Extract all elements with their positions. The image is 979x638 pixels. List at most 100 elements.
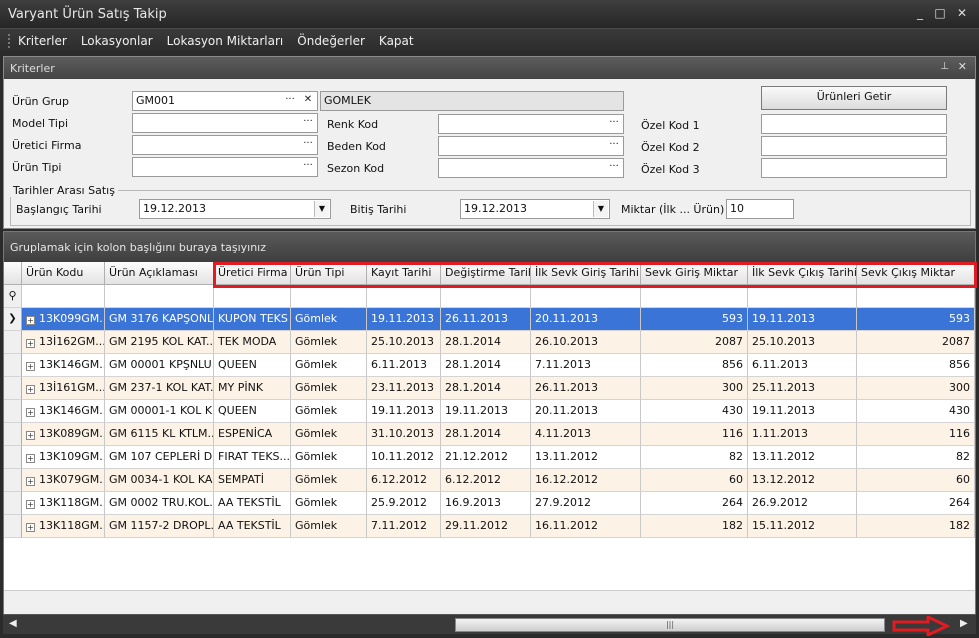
col-header-degistirme-tarihi[interactable]: Değiştirme Tarihi <box>441 262 531 285</box>
cell-ilk-sevk-giris-tarihi[interactable]: 16.11.2012 <box>531 515 641 538</box>
model-tipi-field[interactable]: ··· <box>132 113 318 133</box>
expand-plus-icon[interactable]: + <box>26 523 35 532</box>
cell-degistirme-tarihi[interactable]: 29.11.2012 <box>441 515 531 538</box>
cell-uretici-firma[interactable]: FIRAT TEKS... <box>214 446 291 469</box>
table-row[interactable]: +13K089GM... GM 6115 KL KTLM... ESPENİCA Gö… <box>4 423 975 446</box>
cell-sevk-giris-miktar[interactable]: 856 <box>641 354 748 377</box>
cell-sevk-giris-miktar[interactable]: 116 <box>641 423 748 446</box>
col-header-ilk-sevk-cikis-tarihi[interactable]: İlk Sevk Çıkış Tarihi <box>748 262 857 285</box>
cell-sevk-cikis-miktar[interactable]: 264 <box>857 492 975 515</box>
cell-uretici-firma[interactable]: QUEEN <box>214 400 291 423</box>
cell-urun-aciklamasi[interactable]: GM 6115 KL KTLM... <box>105 423 214 446</box>
filter-cell-degistirme-tarihi[interactable] <box>441 285 531 308</box>
cell-sevk-giris-miktar[interactable]: 264 <box>641 492 748 515</box>
cell-degistirme-tarihi[interactable]: 28.1.2014 <box>441 423 531 446</box>
row-indicator[interactable] <box>4 446 22 469</box>
pin-icon[interactable]: ⊥ <box>940 61 949 72</box>
uretici-firma-ellipsis-button[interactable]: ··· <box>300 137 316 153</box>
cell-urun-tipi[interactable]: Gömlek <box>291 400 367 423</box>
filter-cell-ilk-sevk-cikis-tarihi[interactable] <box>748 285 857 308</box>
scrollbar-thumb[interactable]: ||| <box>455 618 885 632</box>
cell-urun-aciklamasi[interactable]: GM 237-1 KOL KAT... <box>105 377 214 400</box>
cell-kayit-tarihi[interactable]: 6.12.2012 <box>367 469 441 492</box>
expand-plus-icon[interactable]: + <box>26 339 35 348</box>
row-indicator[interactable] <box>4 400 22 423</box>
horizontal-scrollbar[interactable]: ◀ ||| ▶ <box>3 614 976 634</box>
cell-kayit-tarihi[interactable]: 31.10.2013 <box>367 423 441 446</box>
cell-urun-kodu[interactable]: +13İ162GM... <box>22 331 105 354</box>
cell-ilk-sevk-cikis-tarihi[interactable]: 26.9.2012 <box>748 492 857 515</box>
scroll-right-arrow-icon[interactable]: ▶ <box>960 618 968 629</box>
row-indicator[interactable] <box>4 492 22 515</box>
col-header-ilk-sevk-giris-tarihi[interactable]: İlk Sevk Giriş Tarihi <box>531 262 641 285</box>
cell-uretici-firma[interactable]: AA TEKSTİL <box>214 492 291 515</box>
cell-sevk-cikis-miktar[interactable]: 430 <box>857 400 975 423</box>
cell-urun-kodu[interactable]: +13İ161GM... <box>22 377 105 400</box>
row-indicator[interactable] <box>4 354 22 377</box>
cell-urun-kodu[interactable]: +13K089GM... <box>22 423 105 446</box>
table-row[interactable]: ❯ +13K099GM... GM 3176 KAPŞONL... KUPON TEK… <box>4 308 975 331</box>
row-indicator[interactable]: ❯ <box>4 308 22 331</box>
cell-sevk-cikis-miktar[interactable]: 300 <box>857 377 975 400</box>
menu-kriterler[interactable]: Kriterler <box>18 34 67 48</box>
cell-urun-aciklamasi[interactable]: GM 3176 KAPŞONL... <box>105 308 214 331</box>
cell-urun-tipi[interactable]: Gömlek <box>291 515 367 538</box>
table-row[interactable]: +13İ162GM... GM 2195 KOL KAT... TEK MODA Gö… <box>4 331 975 354</box>
filter-cell-sevk-cikis-miktar[interactable] <box>857 285 975 308</box>
cell-ilk-sevk-giris-tarihi[interactable]: 20.11.2013 <box>531 400 641 423</box>
cell-degistirme-tarihi[interactable]: 19.11.2013 <box>441 400 531 423</box>
cell-urun-aciklamasi[interactable]: GM 00001-1 KOL K... <box>105 400 214 423</box>
cell-ilk-sevk-cikis-tarihi[interactable]: 15.11.2012 <box>748 515 857 538</box>
sezon-kod-field[interactable]: ··· <box>438 158 624 178</box>
cell-urun-kodu[interactable]: +13K079GM... <box>22 469 105 492</box>
col-header-uretici-firma[interactable]: Üretici Firma <box>214 262 291 285</box>
cell-sevk-cikis-miktar[interactable]: 182 <box>857 515 975 538</box>
urun-grup-field[interactable]: GM001 ··· ✕ <box>132 91 318 111</box>
cell-urun-tipi[interactable]: Gömlek <box>291 377 367 400</box>
cell-sevk-cikis-miktar[interactable]: 2087 <box>857 331 975 354</box>
bitis-dropdown-icon[interactable]: ▼ <box>593 201 608 217</box>
cell-urun-aciklamasi[interactable]: GM 1157-2 DROPL... <box>105 515 214 538</box>
uretici-firma-field[interactable]: ··· <box>132 135 318 155</box>
cell-kayit-tarihi[interactable]: 10.11.2012 <box>367 446 441 469</box>
cell-uretici-firma[interactable]: SEMPATİ <box>214 469 291 492</box>
cell-uretici-firma[interactable]: TEK MODA <box>214 331 291 354</box>
cell-ilk-sevk-cikis-tarihi[interactable]: 6.11.2013 <box>748 354 857 377</box>
expand-plus-icon[interactable]: + <box>26 316 35 325</box>
ozel-kod-3-field[interactable] <box>761 158 947 178</box>
cell-degistirme-tarihi[interactable]: 26.11.2013 <box>441 308 531 331</box>
col-header-sevk-giris-miktar[interactable]: Sevk Giriş Miktar <box>641 262 748 285</box>
filter-cell-urun-tipi[interactable] <box>291 285 367 308</box>
col-header-kayit-tarihi[interactable]: Kayıt Tarihi <box>367 262 441 285</box>
cell-sevk-cikis-miktar[interactable]: 82 <box>857 446 975 469</box>
cell-degistirme-tarihi[interactable]: 16.9.2013 <box>441 492 531 515</box>
minimize-button[interactable]: _ <box>912 6 928 20</box>
cell-degistirme-tarihi[interactable]: 28.1.2014 <box>441 377 531 400</box>
urun-grup-clear-button[interactable]: ✕ <box>300 93 316 109</box>
miktar-field[interactable]: 10 <box>726 199 794 219</box>
cell-ilk-sevk-cikis-tarihi[interactable]: 19.11.2013 <box>748 308 857 331</box>
cell-sevk-cikis-miktar[interactable]: 60 <box>857 469 975 492</box>
cell-ilk-sevk-giris-tarihi[interactable]: 4.11.2013 <box>531 423 641 446</box>
cell-urun-tipi[interactable]: Gömlek <box>291 469 367 492</box>
group-by-area[interactable]: Gruplamak için kolon başlığını buraya ta… <box>4 232 975 262</box>
close-button[interactable]: ✕ <box>954 6 970 20</box>
cell-kayit-tarihi[interactable]: 19.11.2013 <box>367 400 441 423</box>
cell-kayit-tarihi[interactable]: 25.9.2012 <box>367 492 441 515</box>
cell-sevk-giris-miktar[interactable]: 2087 <box>641 331 748 354</box>
urunleri-getir-button[interactable]: Ürünleri Getir <box>761 86 947 110</box>
ozel-kod-2-field[interactable] <box>761 136 947 156</box>
cell-urun-kodu[interactable]: +13K118GM... <box>22 515 105 538</box>
cell-urun-tipi[interactable]: Gömlek <box>291 354 367 377</box>
filter-cell-urun-kodu[interactable] <box>22 285 105 308</box>
cell-ilk-sevk-giris-tarihi[interactable]: 16.12.2012 <box>531 469 641 492</box>
cell-sevk-giris-miktar[interactable]: 300 <box>641 377 748 400</box>
cell-ilk-sevk-cikis-tarihi[interactable]: 25.10.2013 <box>748 331 857 354</box>
col-header-urun-kodu[interactable]: Ürün Kodu <box>22 262 105 285</box>
cell-ilk-sevk-giris-tarihi[interactable]: 26.11.2013 <box>531 377 641 400</box>
cell-urun-aciklamasi[interactable]: GM 00001 KPŞNLU... <box>105 354 214 377</box>
urun-tipi-field[interactable]: ··· <box>132 157 318 177</box>
bitis-tarihi-picker[interactable]: 19.12.2013 ▼ <box>460 199 610 219</box>
expand-plus-icon[interactable]: + <box>26 477 35 486</box>
row-indicator[interactable] <box>4 331 22 354</box>
